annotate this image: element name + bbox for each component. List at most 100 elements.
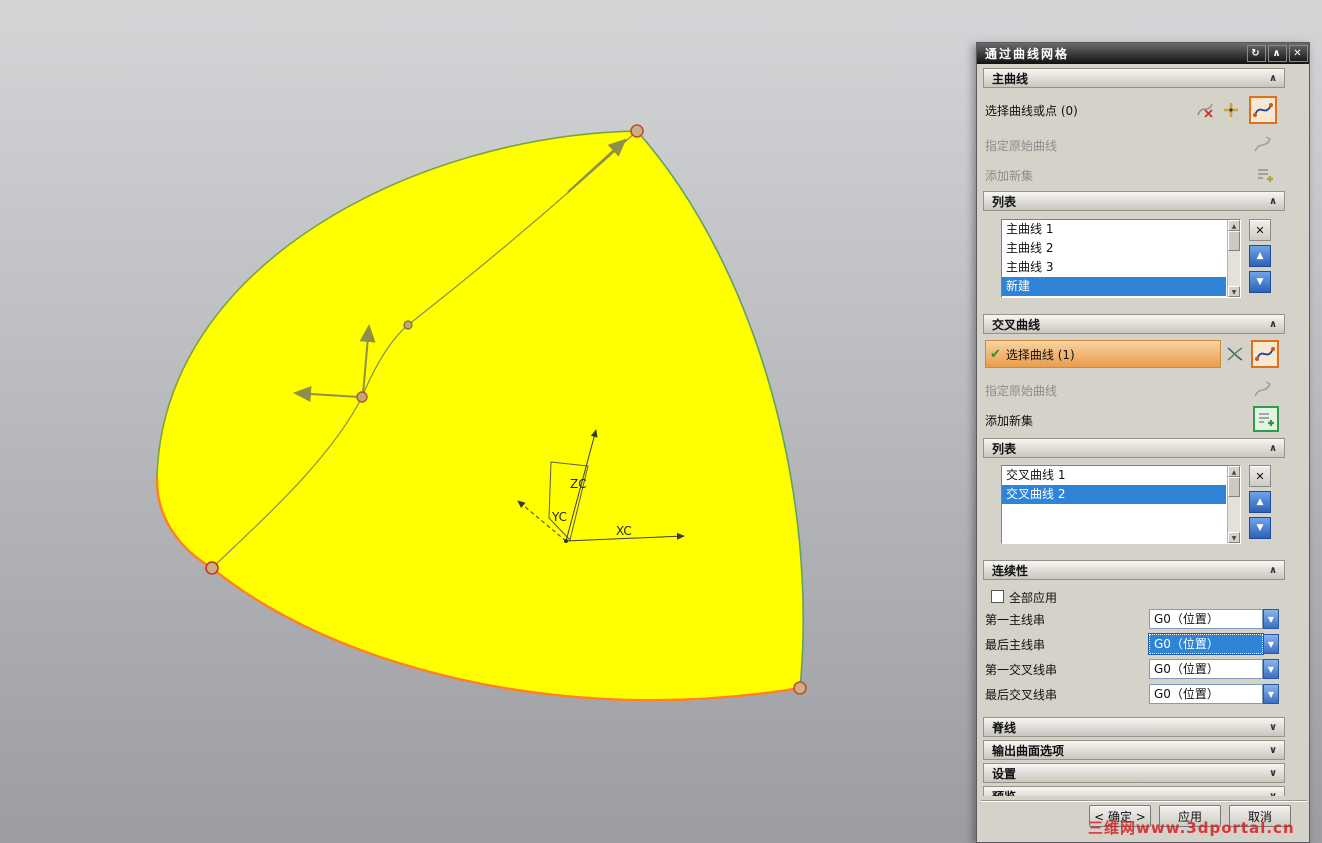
clear-selection-icon[interactable] xyxy=(1193,98,1217,122)
first-primary-string-combo[interactable]: G0（位置） ▼ xyxy=(1149,609,1279,629)
list-item-label: 交叉曲线 2 xyxy=(1006,487,1066,501)
ok-button[interactable]: < 确定 > xyxy=(1089,805,1151,827)
corner-point-left[interactable] xyxy=(205,561,219,575)
add-new-set-label: 添加新集 xyxy=(985,413,1034,428)
chevron-down-icon[interactable]: ∨ xyxy=(1266,722,1280,733)
section-title: 主曲线 xyxy=(992,71,1029,86)
combo-value[interactable]: G0（位置） xyxy=(1149,609,1263,629)
section-header-settings[interactable]: 设置 ∨ xyxy=(983,763,1285,783)
chevron-up-icon[interactable]: ∧ xyxy=(1266,565,1280,576)
apply-button[interactable]: 应用 xyxy=(1159,805,1221,827)
list-item[interactable]: 主曲线 2 xyxy=(1002,239,1226,258)
check-icon: ✔ xyxy=(990,346,1001,362)
chevron-up-icon[interactable]: ∧ xyxy=(1266,443,1280,454)
move-up-icon[interactable]: ▲ xyxy=(1249,491,1271,513)
select-curve-icon[interactable] xyxy=(1251,340,1279,368)
add-new-set-label: 添加新集 xyxy=(985,168,1034,183)
add-new-set-icon[interactable] xyxy=(1253,406,1279,432)
corner-point-right[interactable] xyxy=(793,681,807,695)
continuity-row-label: 第一交叉线串 xyxy=(985,662,1058,677)
section-header-continuity[interactable]: 连续性 ∧ xyxy=(983,560,1285,580)
cancel-button[interactable]: 取消 xyxy=(1229,805,1291,827)
list-item[interactable]: 交叉曲线 1 xyxy=(1002,466,1226,485)
section-title: 设置 xyxy=(992,766,1017,781)
last-primary-string-combo[interactable]: G0（位置） ▼ xyxy=(1148,633,1279,655)
section-title: 交叉曲线 xyxy=(992,317,1041,332)
cross-curve-list[interactable]: 交叉曲线 1 交叉曲线 2 ▲ ▼ xyxy=(1001,465,1241,544)
section-header-primary-curves[interactable]: 主曲线 ∧ xyxy=(983,68,1285,88)
scroll-down-icon[interactable]: ▼ xyxy=(1228,286,1240,297)
list-item-label: 主曲线 3 xyxy=(1006,260,1054,274)
list-item-label: 新建 xyxy=(1006,279,1031,293)
scroll-down-icon[interactable]: ▼ xyxy=(1228,532,1240,543)
list-item[interactable]: 主曲线 1 xyxy=(1002,220,1226,239)
section-header-output-surface-options[interactable]: 输出曲面选项 ∨ xyxy=(983,740,1285,760)
chevron-down-icon[interactable]: ∨ xyxy=(1266,768,1280,779)
footer-separator xyxy=(981,800,1307,802)
apply-all-row: 全部应用 xyxy=(1009,588,1219,606)
specify-origin-curve-row: 指定原始曲线 xyxy=(985,133,1195,157)
corner-point-top[interactable] xyxy=(630,124,644,138)
move-down-icon[interactable]: ▼ xyxy=(1249,271,1271,293)
curve-point[interactable] xyxy=(356,391,368,403)
select-curve-row-active[interactable]: ✔ 选择曲线 (1) xyxy=(985,340,1221,368)
last-cross-string-combo[interactable]: G0（位置） ▼ xyxy=(1149,684,1279,704)
crossing-curves-icon[interactable] xyxy=(1223,342,1247,366)
list-item-empty xyxy=(1002,504,1226,523)
section-title: 脊线 xyxy=(992,720,1017,735)
add-new-set-icon[interactable] xyxy=(1253,163,1277,187)
scroll-thumb[interactable] xyxy=(1228,477,1240,497)
curve-point[interactable] xyxy=(403,320,413,330)
select-curve-or-point-row[interactable]: 选择曲线或点 (0) xyxy=(985,95,1195,125)
specify-origin-curve-label: 指定原始曲线 xyxy=(985,138,1058,153)
list-item-selected[interactable]: 交叉曲线 2 xyxy=(1002,485,1226,504)
list-title: 列表 xyxy=(992,441,1017,456)
list-item-empty xyxy=(1002,523,1226,542)
list-header-cross[interactable]: 列表 ∧ xyxy=(983,438,1285,458)
combo-value-selected[interactable]: G0（位置） xyxy=(1148,633,1264,655)
list-item[interactable]: 主曲线 3 xyxy=(1002,258,1226,277)
list-scrollbar[interactable]: ▲ ▼ xyxy=(1227,220,1240,297)
add-new-set-row: 添加新集 xyxy=(985,163,1195,187)
chevron-down-icon[interactable]: ∨ xyxy=(1266,791,1280,797)
remove-item-icon[interactable]: ✕ xyxy=(1249,219,1271,241)
scroll-up-icon[interactable]: ▲ xyxy=(1228,220,1240,231)
section-header-spine[interactable]: 脊线 ∨ xyxy=(983,717,1285,737)
dropdown-arrow-icon[interactable]: ▼ xyxy=(1263,659,1279,679)
apply-all-checkbox[interactable] xyxy=(991,590,1004,603)
collapse-dialog-icon[interactable]: ∧ xyxy=(1268,45,1287,62)
close-icon[interactable]: ✕ xyxy=(1289,45,1308,62)
add-new-set-row[interactable]: 添加新集 xyxy=(985,408,1195,432)
origin-curve-icon xyxy=(1251,378,1275,402)
section-header-cross-curves[interactable]: 交叉曲线 ∧ xyxy=(983,314,1285,334)
select-curve-icon[interactable] xyxy=(1249,96,1277,124)
section-title: 输出曲面选项 xyxy=(992,743,1065,758)
chevron-up-icon[interactable]: ∧ xyxy=(1266,196,1280,207)
dropdown-arrow-icon[interactable]: ▼ xyxy=(1263,609,1279,629)
chevron-up-icon[interactable]: ∧ xyxy=(1266,319,1280,330)
continuity-row-label: 最后主线串 xyxy=(985,637,1046,652)
section-header-preview-clipped[interactable]: 预览 ∨ xyxy=(977,786,1311,796)
scroll-up-icon[interactable]: ▲ xyxy=(1228,466,1240,477)
list-scrollbar[interactable]: ▲ ▼ xyxy=(1227,466,1240,543)
move-up-icon[interactable]: ▲ xyxy=(1249,245,1271,267)
chevron-up-icon[interactable]: ∧ xyxy=(1266,73,1280,84)
dialog-titlebar[interactable]: 通过曲线网格 ↻ ∧ ✕ xyxy=(977,43,1309,64)
reset-icon[interactable]: ↻ xyxy=(1247,45,1266,62)
point-constructor-icon[interactable] xyxy=(1219,98,1243,122)
remove-item-icon[interactable]: ✕ xyxy=(1249,465,1271,487)
list-header-primary[interactable]: 列表 ∧ xyxy=(983,191,1285,211)
chevron-down-icon[interactable]: ∨ xyxy=(1266,745,1280,756)
dropdown-arrow-icon[interactable]: ▼ xyxy=(1263,634,1279,654)
move-down-icon[interactable]: ▼ xyxy=(1249,517,1271,539)
dialog-title: 通过曲线网格 xyxy=(985,47,1070,61)
first-cross-string-combo[interactable]: G0（位置） ▼ xyxy=(1149,659,1279,679)
section-header-preview[interactable]: 预览 ∨ xyxy=(983,786,1285,796)
axis-label-zc: ZC xyxy=(570,477,587,491)
primary-curve-list[interactable]: 主曲线 1 主曲线 2 主曲线 3 新建 ▲ ▼ xyxy=(1001,219,1241,298)
scroll-thumb[interactable] xyxy=(1228,231,1240,251)
combo-value[interactable]: G0（位置） xyxy=(1149,684,1263,704)
dropdown-arrow-icon[interactable]: ▼ xyxy=(1263,684,1279,704)
list-item-selected[interactable]: 新建 xyxy=(1002,277,1226,296)
combo-value[interactable]: G0（位置） xyxy=(1149,659,1263,679)
